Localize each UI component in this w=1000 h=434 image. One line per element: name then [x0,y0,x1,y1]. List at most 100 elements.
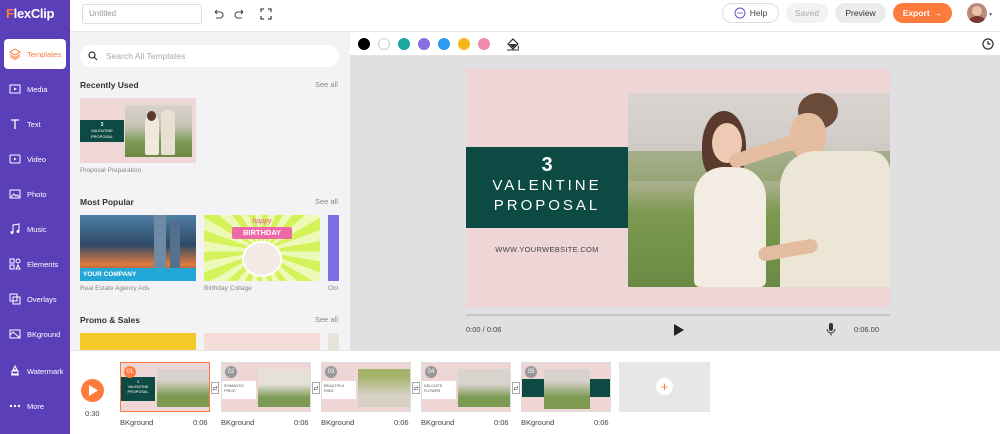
clip-label: BKground [120,418,154,427]
total-duration: 0:30 [85,409,100,418]
sidebar-item-media[interactable]: Media [0,74,70,104]
timeline-clip[interactable]: BEAUTIFUL RING 03 [321,362,411,412]
clip-duration: 0:06 [193,418,208,427]
video-icon [9,154,21,164]
sidebar: FlexClip Templates Media Text Video Phot… [0,0,70,434]
help-button[interactable]: Help [722,3,779,23]
chevron-down-icon[interactable]: ▾ [989,11,992,18]
saved-status: Saved [786,3,828,23]
color-swatch[interactable] [458,38,470,50]
clip-duration: 0:06 [594,418,609,427]
layers-icon [9,48,21,60]
clock-icon[interactable] [982,38,994,52]
overlays-icon [9,293,21,305]
clip-number: 03 [325,366,337,378]
template-thumb-birthday[interactable]: happy BIRTHDAY [204,215,320,281]
preview-button[interactable]: Preview [835,3,886,23]
fullscreen-icon[interactable] [259,7,273,21]
music-icon [10,223,20,234]
template-caption: Onl [328,285,339,292]
template-search-input[interactable]: Search All Templates [80,45,339,67]
arrow-right-icon: → [933,8,943,18]
template-thumb-online[interactable] [328,215,339,281]
transition-icon[interactable]: ⇄ [512,382,520,394]
sidebar-item-templates[interactable]: Templates [4,39,66,69]
photo-icon [9,189,21,199]
clip-duration: 0:06 [294,418,309,427]
flexclip-logo[interactable]: FlexClip [6,6,54,21]
duration-readout: 0:06.00 [854,325,880,334]
template-thumb-promo[interactable] [80,333,196,350]
microphone-icon[interactable] [826,323,836,338]
sidebar-item-video[interactable]: Video [0,144,70,174]
transition-icon[interactable]: ⇄ [211,382,219,394]
template-thumb-real-estate[interactable]: YOUR COMPANY [80,215,196,281]
clip-number: 02 [225,366,237,378]
media-icon [9,84,21,94]
template-caption: Real Estate Agency Ads [80,285,150,292]
timeline-play-button[interactable] [81,379,104,402]
export-button[interactable]: Export → [893,3,952,23]
sidebar-item-bkground[interactable]: BKground [0,319,70,349]
clip-label: BKground [321,418,355,427]
see-all-link[interactable]: See all [315,315,338,324]
clip-duration: 0:06 [494,418,509,427]
timeline-clip[interactable]: 3 VALENTINE PROPOSAL 01 [120,362,210,412]
avatar[interactable] [967,3,987,23]
color-swatch[interactable] [418,38,430,50]
progress-track[interactable] [466,314,890,316]
couple-photo[interactable] [628,93,890,287]
transition-icon[interactable]: ⇄ [312,382,320,394]
color-swatch[interactable] [358,38,370,50]
sidebar-item-music[interactable]: Music [0,214,70,244]
promo-sales-heading: Promo & Sales [80,315,140,325]
clip-number: 05 [525,366,537,378]
undo-icon[interactable] [211,7,225,21]
sidebar-item-watermark[interactable]: Watermark [0,356,70,386]
sidebar-item-photo[interactable]: Photo [0,179,70,209]
clip-number: 04 [425,366,437,378]
transition-icon[interactable]: ⇄ [412,382,420,394]
clip-label: BKground [521,418,555,427]
sidebar-item-text[interactable]: Text [0,109,70,139]
template-thumb-promo[interactable] [328,333,339,350]
chat-help-icon [734,7,746,19]
add-clip-button[interactable]: + [619,362,710,412]
clip-number: 01 [124,366,136,378]
search-icon [88,51,98,61]
elements-icon [9,258,21,270]
color-swatch[interactable] [378,38,390,50]
template-caption: Proposal Preparation [80,167,142,174]
video-canvas[interactable]: 3 VALENTINE PROPOSAL WWW.YOURWEBSITE.COM [466,69,890,307]
sidebar-item-overlays[interactable]: Overlays [0,284,70,314]
timeline-clip[interactable]: DELICATE FLOWER 04 [421,362,511,412]
sidebar-item-more[interactable]: More [0,391,70,421]
watermark-icon [11,365,19,376]
play-icon[interactable] [673,324,684,338]
timeline-clip[interactable]: ROMANTIC PIRCE 02 [221,362,311,412]
template-thumb-promo[interactable] [204,333,320,350]
time-readout: 0:00 / 0:06 [466,325,502,334]
color-swatch[interactable] [398,38,410,50]
clip-label: BKground [421,418,455,427]
color-swatch[interactable] [478,38,490,50]
title-block[interactable]: 3 VALENTINE PROPOSAL [466,147,628,228]
play-icon [89,385,98,396]
recently-used-heading: Recently Used [80,80,139,90]
most-popular-heading: Most Popular [80,197,134,207]
project-title-input[interactable]: Untitled [82,4,202,24]
plus-icon: + [656,378,673,395]
color-swatch[interactable] [438,38,450,50]
more-icon [9,404,21,408]
see-all-link[interactable]: See all [315,80,338,89]
text-icon [11,119,19,129]
see-all-link[interactable]: See all [315,197,338,206]
template-thumb-proposal[interactable]: 3 VALENTINE PROPOSAL [80,98,196,163]
paint-bucket-icon[interactable] [506,37,520,53]
background-icon [9,329,21,339]
sidebar-item-elements[interactable]: Elements [0,249,70,279]
redo-icon[interactable] [233,7,247,21]
clip-duration: 0:06 [394,418,409,427]
website-text[interactable]: WWW.YOURWEBSITE.COM [466,245,628,254]
timeline-clip[interactable]: 05 [521,362,611,412]
